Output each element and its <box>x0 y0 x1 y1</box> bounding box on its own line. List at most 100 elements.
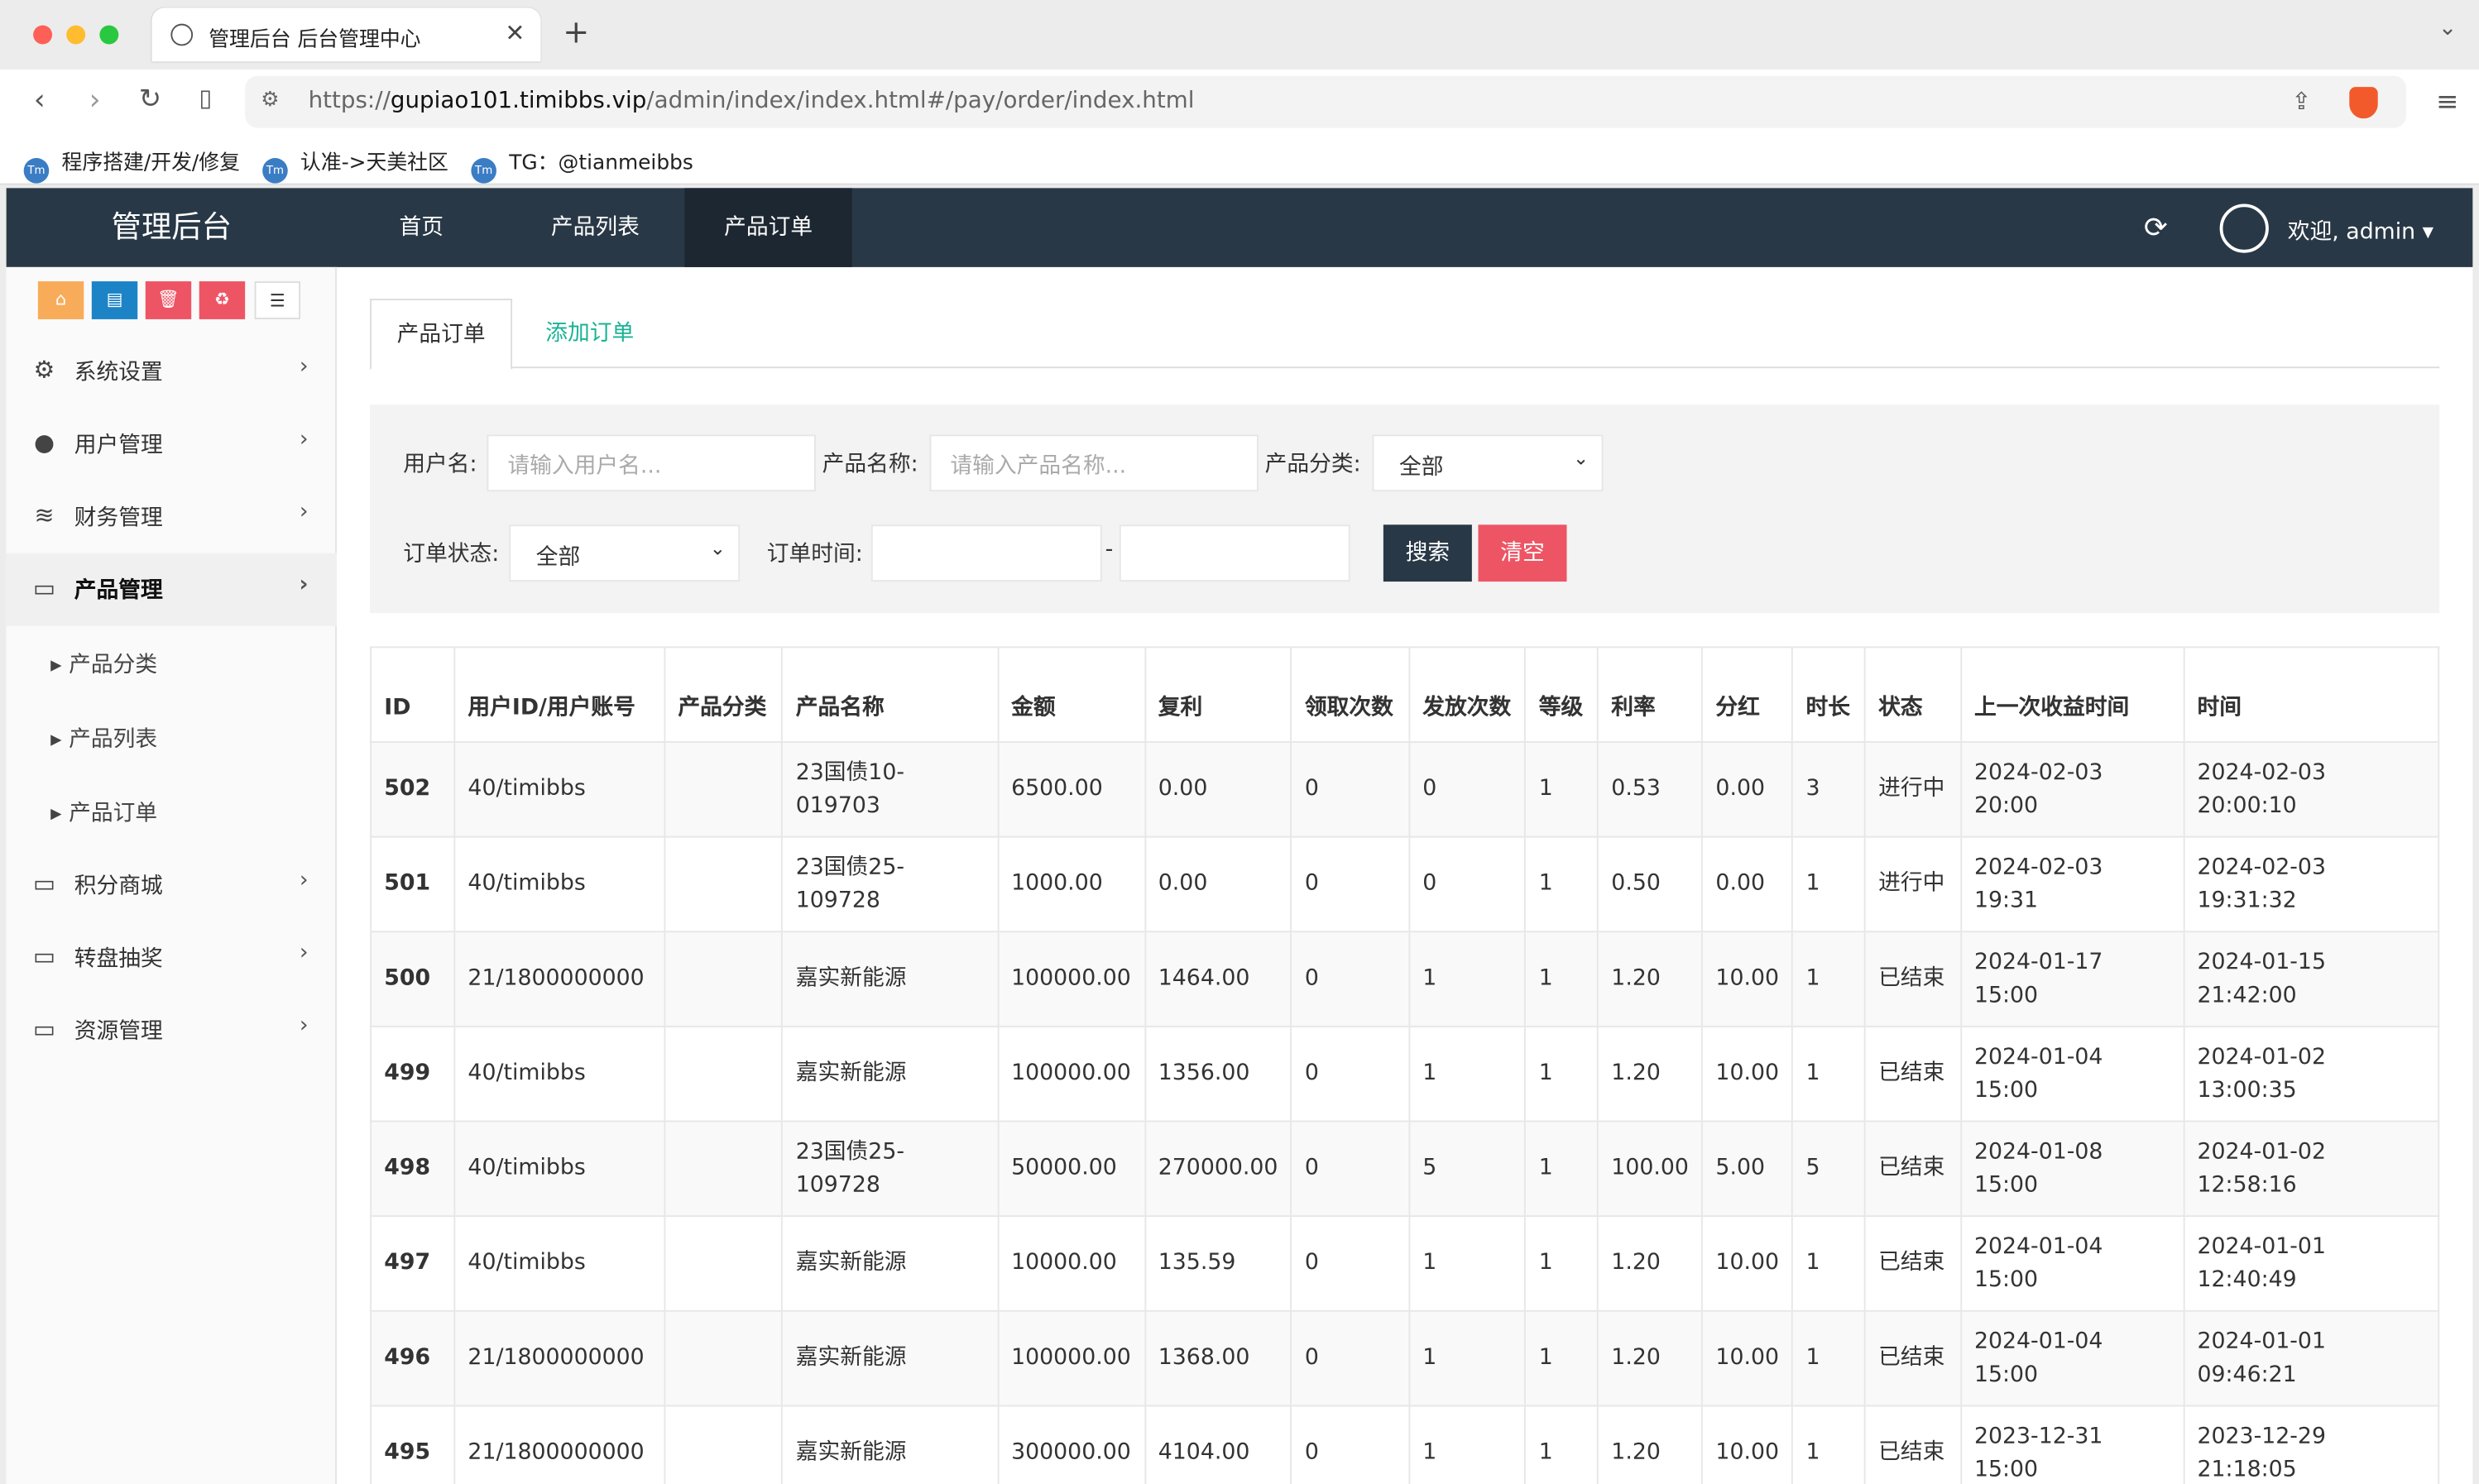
sidebar-item-label: 财务管理 <box>74 505 163 531</box>
sidebar-item-resources[interactable]: ▭ 资源管理 › <box>7 994 337 1067</box>
table-cell: 1368.00 <box>1144 1309 1292 1407</box>
column-header: 用户ID/用户账号 <box>453 646 666 743</box>
nav-home[interactable]: 首页 <box>337 188 506 267</box>
clear-button[interactable]: 清空 <box>1478 524 1567 582</box>
sidebar-subitem-product-list[interactable]: ▸ 产品列表 <box>7 700 337 773</box>
brand-title[interactable]: 管理后台 <box>7 188 337 267</box>
date-range-dash: - <box>1105 537 1114 563</box>
column-header: 利率 <box>1597 646 1704 743</box>
category-select[interactable]: 全部 ⌄ <box>1372 434 1604 492</box>
table-cell: 1000.00 <box>996 835 1146 933</box>
gears-icon: ⚙ <box>33 355 55 385</box>
url-text[interactable]: https://gupiao101.timibbs.vip/admin/inde… <box>309 89 1195 114</box>
avatar[interactable] <box>2219 203 2269 253</box>
order-status-value: 全部 <box>535 545 581 571</box>
table-row: 501 40/timibbs 23国债25-109728 1000.00 0.00 0 0 1… <box>370 835 2440 933</box>
new-tab-button[interactable]: + <box>563 12 589 50</box>
share-icon[interactable]: ⇪ <box>2291 87 2311 115</box>
table-row: 498 40/timibbs 23国债25-109728 50000.00 270000… <box>370 1120 2440 1218</box>
order-id-cell: 496 <box>370 1309 456 1407</box>
brave-shield-icon[interactable] <box>2349 87 2378 119</box>
url-scheme: https:// <box>308 88 391 114</box>
top-header: 管理后台 首页 产品列表 产品订单 ⟳ 欢迎, admin ▾ <box>6 188 2473 267</box>
table-cell: 嘉实新能源 <box>781 1025 999 1123</box>
sidebar-subitem-product-category[interactable]: ▸ 产品分类 <box>7 626 337 699</box>
monitor-icon: ▭ <box>32 1014 56 1043</box>
end-date-input[interactable] <box>1119 524 1350 582</box>
bookmark-item[interactable]: Tm 程序搭建/开发/修复 <box>23 146 240 184</box>
list-icon[interactable]: ☰ <box>254 281 301 319</box>
browser-tab[interactable]: 管理后台 后台管理中心 ✕ <box>151 7 541 62</box>
table-cell: 1 <box>1524 1215 1599 1312</box>
table-cell: 已结束 <box>1863 1405 1962 1484</box>
table-cell: 100000.00 <box>996 1025 1146 1123</box>
table-cell: 0 <box>1290 931 1410 1027</box>
maximize-window-button[interactable] <box>99 25 119 45</box>
nav-product-orders[interactable]: 产品订单 <box>684 188 852 267</box>
bookmark-favicon-icon: Tm <box>262 158 288 184</box>
nav-product-list[interactable]: 产品列表 <box>506 188 684 267</box>
sidebar-item-product-management[interactable]: ▭ 产品管理 › <box>6 553 337 626</box>
close-tab-icon[interactable]: ✕ <box>505 19 525 47</box>
table-cell: 1.20 <box>1597 1309 1704 1407</box>
table-cell: 嘉实新能源 <box>781 931 999 1027</box>
bookmark-item[interactable]: Tm TG：@tianmeibbs <box>471 146 693 184</box>
bookmark-button[interactable]: ▯ <box>188 84 223 112</box>
bookmark-item[interactable]: Tm 认准->天美社区 <box>262 146 448 184</box>
sidebar-item-user-management[interactable]: ● 用户管理 › <box>7 408 337 481</box>
table-row: 500 21/1800000000 嘉实新能源 100000.00 1464.00 0 1 1… <box>370 931 2440 1027</box>
start-date-input[interactable] <box>870 524 1102 582</box>
order-id-cell: 495 <box>370 1405 456 1484</box>
sidebar-item-points-mall[interactable]: ▭ 积分商城 › <box>7 849 337 922</box>
minimize-window-button[interactable] <box>66 25 86 45</box>
column-header: 复利 <box>1144 646 1292 743</box>
database-icon: ≋ <box>34 500 55 530</box>
reload-button[interactable]: ↻ <box>132 84 167 115</box>
sidebar-item-lottery[interactable]: ▭ 转盘抽奖 › <box>7 922 337 994</box>
table-cell: 1.20 <box>1597 1405 1704 1484</box>
forward-button[interactable]: › <box>78 84 113 117</box>
table-cell: 21/1800000000 <box>453 1405 666 1484</box>
tab-product-orders[interactable]: 产品订单 <box>370 299 513 371</box>
menu-icon[interactable]: ≡ <box>2415 75 2479 130</box>
tab-add-order[interactable]: 添加订单 <box>520 299 659 370</box>
table-cell: 1 <box>1408 931 1527 1027</box>
address-bar[interactable]: ⚙ https://gupiao101.timibbs.vip/admin/in… <box>245 75 2407 128</box>
file-icon[interactable]: ▤ <box>91 281 138 319</box>
sidebar-item-label: 积分商城 <box>74 874 163 900</box>
search-button[interactable]: 搜索 <box>1383 524 1472 582</box>
table-cell: 10.00 <box>1701 931 1794 1027</box>
site-settings-icon[interactable]: ⚙ <box>261 89 279 112</box>
orders-table-wrap: ID 用户ID/用户账号 产品分类 产品名称 金额 复利 领取次数 发放次数 等级 利率 分红 时长状… <box>370 646 2440 1484</box>
sidebar-item-finance[interactable]: ≋ 财务管理 › <box>7 481 337 553</box>
table-cell: 50000.00 <box>996 1120 1146 1218</box>
sidebar-subitem-product-orders[interactable]: ▸ 产品订单 <box>7 774 337 847</box>
table-cell: 23国债25-109728 <box>781 1120 999 1218</box>
table-cell: 1 <box>1791 1215 1866 1312</box>
close-window-button[interactable] <box>33 25 53 45</box>
column-header: 上一次收益时间 <box>1959 646 2185 743</box>
table-cell: 10.00 <box>1701 1309 1794 1407</box>
table-cell: 21/1800000000 <box>453 931 666 1027</box>
username-input[interactable]: 请输入用户名... <box>487 434 816 492</box>
table-cell: 2024-01-04 15:00 <box>1959 1309 2185 1407</box>
table-row: 499 40/timibbs 嘉实新能源 100000.00 1356.00 0 1 1 1.2… <box>370 1025 2440 1123</box>
product-name-input[interactable]: 请输入产品名称... <box>929 434 1259 492</box>
sidebar-item-label: 产品管理 <box>74 578 163 604</box>
table-cell: 5 <box>1408 1120 1527 1218</box>
table-row: 502 40/timibbs 23国债10-019703 6500.00 0.00 0 0 1… <box>370 741 2440 838</box>
product-name-label: 产品名称: <box>822 452 918 477</box>
table-cell: 0 <box>1290 1309 1410 1407</box>
home-icon[interactable]: ⌂ <box>37 281 84 319</box>
user-menu[interactable]: 欢迎, admin ▾ <box>2288 215 2433 247</box>
table-cell: 2024-01-02 12:58:16 <box>2183 1120 2440 1218</box>
sidebar-item-system-settings[interactable]: ⚙ 系统设置 › <box>7 335 337 408</box>
order-status-select[interactable]: 全部 ⌄ <box>509 524 741 582</box>
trash-icon[interactable]: 🗑 <box>145 281 192 319</box>
table-cell: 5 <box>1791 1120 1866 1218</box>
table-cell: 21/1800000000 <box>453 1309 666 1407</box>
recycle-icon[interactable]: ♻ <box>199 281 246 319</box>
back-button[interactable]: ‹ <box>22 84 57 117</box>
refresh-icon[interactable]: ⟳ <box>2144 212 2168 245</box>
chevron-down-icon[interactable]: ⌄ <box>2438 16 2457 41</box>
